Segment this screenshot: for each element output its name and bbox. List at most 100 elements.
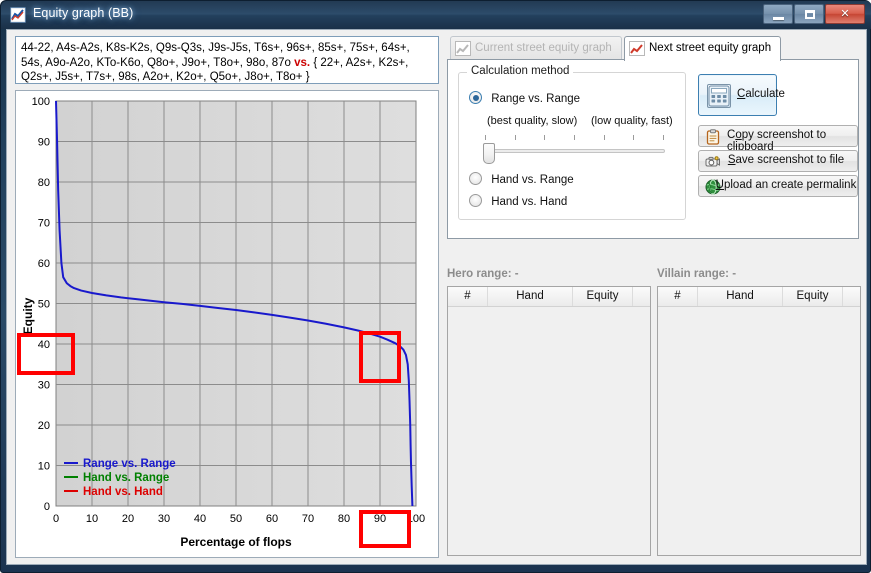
copy-screenshot-button[interactable]: Copy screenshot to clipboard: [698, 125, 858, 153]
y-tick-label: 50: [38, 299, 50, 311]
close-icon: ✕: [840, 8, 850, 20]
y-tick-label: 100: [32, 96, 50, 108]
column-header-hand[interactable]: Hand: [698, 287, 783, 306]
column-header-equity[interactable]: Equity: [783, 287, 843, 306]
slider-track[interactable]: [485, 149, 665, 153]
table-header-row: # Hand Equity: [658, 287, 860, 307]
radio-indicator: [469, 172, 482, 185]
villain-range-title: Villain range: -: [657, 268, 737, 280]
x-tick-label: 20: [122, 513, 134, 525]
right-panel: Current street equity graph Next street …: [447, 36, 861, 558]
x-tick-label: 10: [86, 513, 98, 525]
hero-range-table[interactable]: # Hand Equity: [447, 286, 651, 556]
tab-next-street-equity-graph[interactable]: Next street equity graph: [624, 36, 782, 61]
slider-tick: [663, 135, 664, 140]
y-tick-label: 20: [38, 420, 50, 432]
y-tick-label: 60: [38, 258, 50, 270]
slider-tick: [544, 135, 546, 140]
y-tick-label: 40: [38, 339, 50, 351]
calculate-label: Calculate: [737, 88, 785, 100]
y-tick-label: 90: [38, 137, 50, 149]
tab-strip: Current street equity graph Next street …: [447, 36, 859, 61]
y-tick-label: 0: [44, 501, 50, 513]
chart-icon-gray: [455, 41, 471, 56]
y-tick-label: 30: [38, 380, 50, 392]
slider-thumb[interactable]: [483, 143, 495, 164]
radio-label: Hand vs. Range: [491, 174, 574, 186]
x-tick-label: 40: [194, 513, 206, 525]
x-tick-label: 70: [302, 513, 314, 525]
legend-label: Range vs. Range: [83, 458, 176, 470]
window-title: Equity graph (BB): [33, 6, 134, 20]
title-bar: Equity graph (BB) ✕: [1, 1, 871, 29]
minimize-button[interactable]: [763, 4, 793, 24]
app-chart-icon: [10, 7, 26, 23]
x-tick-label: 50: [230, 513, 242, 525]
upload-permalink-label: Upload an create permalink: [715, 179, 857, 191]
slider-tick: [485, 135, 486, 140]
save-screenshot-label: Save screenshot to file: [727, 154, 845, 166]
slider-tick: [574, 135, 575, 140]
table-body: [448, 307, 650, 555]
slider-tick: [603, 135, 605, 140]
x-tick-label: 80: [338, 513, 350, 525]
tab-current-street-equity-graph[interactable]: Current street equity graph: [450, 36, 622, 60]
quality-slider[interactable]: [483, 135, 667, 164]
column-header-index[interactable]: #: [448, 287, 488, 306]
tab-label: Current street equity graph: [475, 42, 612, 54]
x-tick-label: 90: [374, 513, 386, 525]
chart-icon-red: [629, 41, 645, 56]
column-header-hand[interactable]: Hand: [488, 287, 573, 306]
upload-permalink-button[interactable]: Upload an create permalink: [698, 175, 858, 197]
group-label: Calculation method: [467, 65, 574, 77]
clipboard-icon: [705, 129, 721, 145]
table-body: [658, 307, 860, 555]
y-tick-label: 80: [38, 177, 50, 189]
radio-label: Hand vs. Hand: [491, 196, 568, 208]
column-header-filler: [843, 287, 862, 306]
slider-ticks: [485, 135, 665, 141]
equity-graph-chart: 0 10 20 30 40 50 60 70 80 90 100 0 10 20 30 40 50 60 70 80…: [16, 91, 438, 557]
tab-label: Next street equity graph: [649, 42, 772, 54]
radio-label: Range vs. Range: [491, 93, 581, 105]
y-tick-label: 70: [38, 218, 50, 230]
slider-left-label: (best quality, slow): [487, 115, 578, 127]
x-tick-label: 0: [53, 513, 59, 525]
range-input[interactable]: 44-22, A4s-A2s, K8s-K2s, Q9s-Q3s, J9s-J5…: [15, 36, 439, 84]
calculator-icon: [707, 84, 731, 108]
close-button[interactable]: ✕: [825, 4, 865, 24]
vs-label: vs.: [294, 56, 311, 69]
legend-label: Hand vs. Hand: [83, 486, 163, 498]
slider-tick: [514, 135, 516, 140]
calculation-method-group: Calculation method Range vs. Range (best…: [458, 65, 686, 220]
minimize-icon: [773, 17, 784, 20]
column-header-index[interactable]: #: [658, 287, 698, 306]
x-tick-label: 30: [158, 513, 170, 525]
y-axis-label: Equity: [21, 297, 35, 334]
x-axis-label: Percentage of flops: [180, 535, 292, 549]
slider-tick: [633, 135, 635, 140]
legend-label: Hand vs. Range: [83, 472, 169, 484]
restore-button[interactable]: [794, 4, 824, 24]
column-header-equity[interactable]: Equity: [573, 287, 633, 306]
table-header-row: # Hand Equity: [448, 287, 650, 307]
hero-range-title: Hero range: -: [447, 268, 519, 280]
calculate-button[interactable]: Calculate: [698, 74, 785, 116]
slider-right-label: (low quality, fast): [591, 115, 673, 127]
x-tick-label: 100: [407, 513, 425, 525]
radio-indicator: [469, 194, 482, 207]
villain-range-table[interactable]: # Hand Equity: [657, 286, 861, 556]
client-area: 44-22, A4s-A2s, K8s-K2s, Q9s-Q3s, J9s-J5…: [6, 29, 867, 565]
restore-icon: [805, 10, 815, 19]
radio-hand-vs-range[interactable]: Hand vs. Range: [469, 172, 574, 186]
y-tick-label: 10: [38, 461, 50, 473]
column-header-filler: [633, 287, 652, 306]
equity-graph-panel: 0 10 20 30 40 50 60 70 80 90 100 0 10 20 30 40 50 60 70 80…: [15, 90, 439, 558]
tab-page: Calculation method Range vs. Range (best…: [447, 59, 859, 239]
save-screenshot-button[interactable]: Save screenshot to file: [698, 150, 858, 172]
x-tick-label: 60: [266, 513, 278, 525]
application-window: Equity graph (BB) ✕ 44-22, A4s-A2s, K8s-…: [0, 0, 871, 573]
radio-indicator: [469, 91, 482, 104]
radio-hand-vs-hand[interactable]: Hand vs. Hand: [469, 194, 567, 208]
radio-range-vs-range[interactable]: Range vs. Range: [469, 91, 580, 105]
